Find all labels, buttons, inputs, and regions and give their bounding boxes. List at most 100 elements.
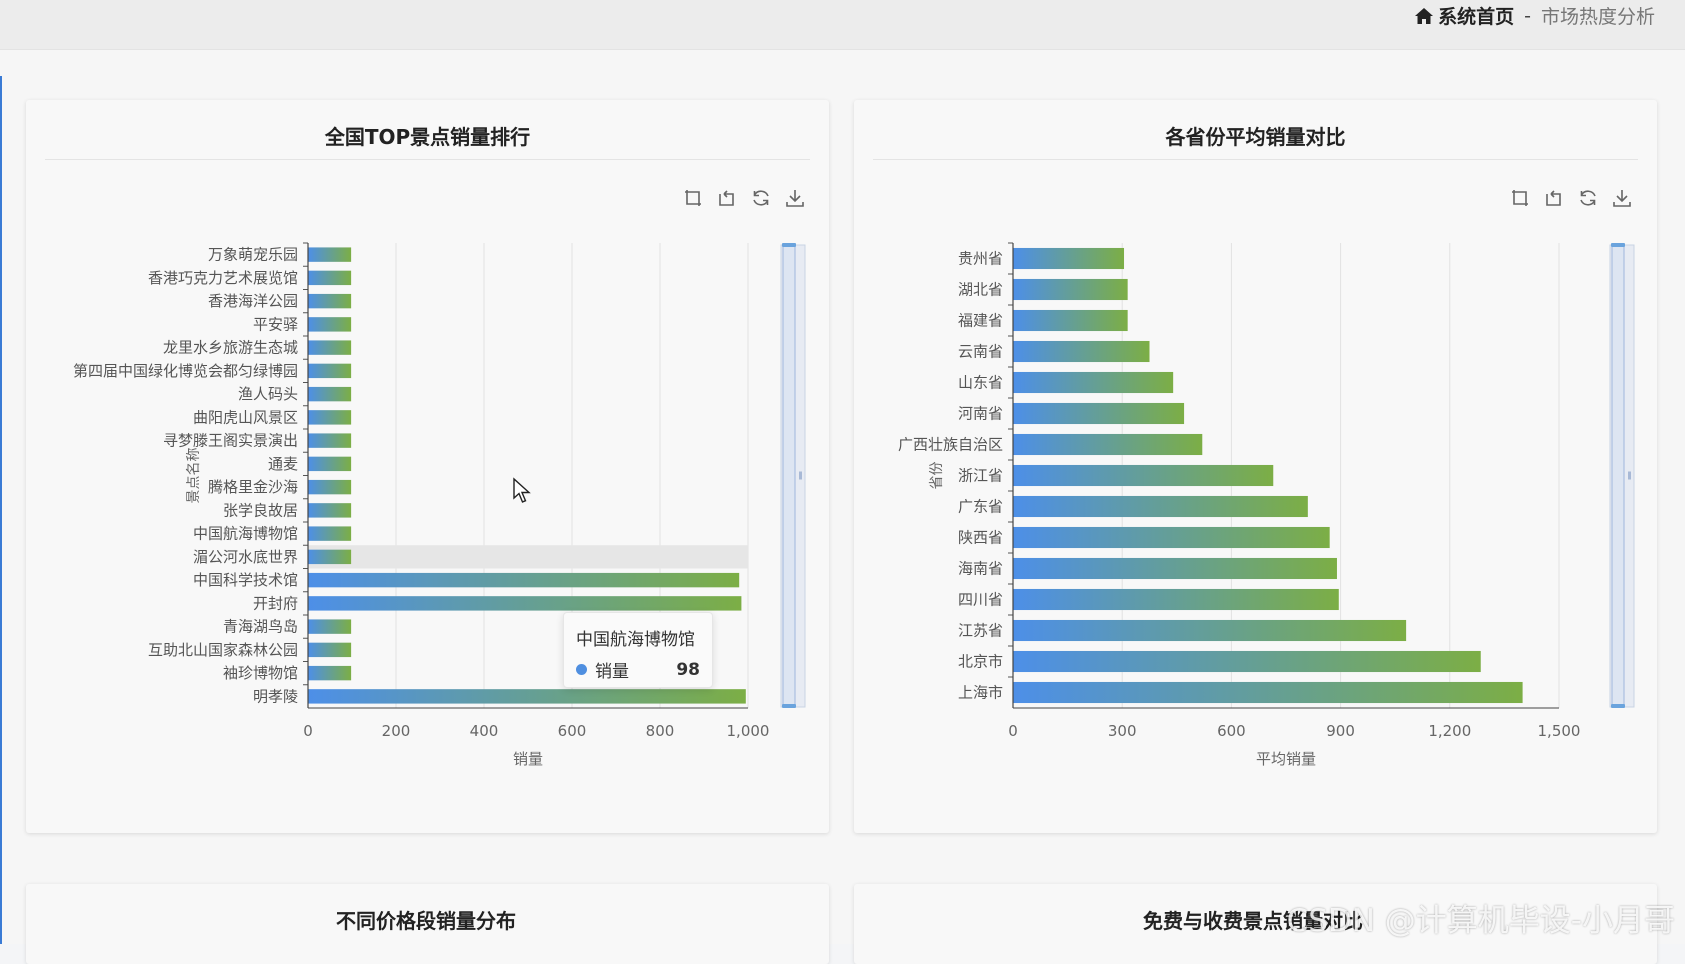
chart1-tooltip: 中国航海博物馆 销量 98 bbox=[563, 612, 713, 688]
breadcrumb-separator: - bbox=[1524, 4, 1531, 27]
breadcrumb-home[interactable]: 系统首页 bbox=[1414, 2, 1514, 29]
zoom-handle-bottom bbox=[1611, 704, 1625, 708]
category-label: 云南省 bbox=[958, 343, 1003, 361]
breadcrumb: 系统首页 - 市场热度分析 bbox=[1414, 2, 1655, 29]
y-axis-label: 景点名称 bbox=[186, 448, 202, 504]
chart1-plot: 0 200 400 600 800 1,000 万象萌宠乐园香港巧克力艺术展览馆香港海洋公园… bbox=[73, 242, 806, 768]
chart2-title: 各省份平均销量对比 bbox=[1165, 125, 1346, 149]
bar bbox=[308, 410, 352, 425]
home-icon bbox=[1415, 7, 1434, 24]
bar bbox=[1013, 619, 1407, 642]
category-label: 北京市 bbox=[958, 653, 1003, 671]
bar bbox=[308, 642, 352, 658]
bar bbox=[308, 340, 352, 355]
breadcrumb-home-label: 系统首页 bbox=[1438, 6, 1515, 28]
category-label: 福建省 bbox=[958, 312, 1003, 330]
category-label: 开封府 bbox=[253, 594, 298, 612]
category-label: 第四届中国绿化博览会都匀绿博园 bbox=[73, 362, 298, 380]
top-bar: 系统首页 - 市场热度分析 bbox=[0, 0, 1685, 50]
category-label: 浙江省 bbox=[958, 467, 1003, 485]
category-label: 中国科学技术馆 bbox=[193, 571, 298, 589]
category-label: 广西壮族自治区 bbox=[898, 436, 1003, 454]
bar bbox=[1013, 371, 1174, 394]
tooltip-value: 98 bbox=[676, 659, 700, 680]
category-label: 万象萌宠乐园 bbox=[208, 246, 298, 264]
bar bbox=[308, 665, 352, 681]
zoom-handle-top bbox=[782, 243, 796, 247]
category-label: 通麦 bbox=[268, 455, 298, 473]
zoom-handle-bottom bbox=[782, 704, 796, 708]
bar bbox=[1013, 278, 1128, 301]
bar bbox=[1013, 247, 1125, 270]
x-tick-label: 800 bbox=[646, 722, 675, 740]
category-label: 山东省 bbox=[958, 374, 1003, 392]
x-axis-label: 销量 bbox=[513, 750, 543, 768]
x-tick-label: 200 bbox=[382, 722, 411, 740]
chart3-title: 不同价格段销量分布 bbox=[336, 909, 516, 933]
bar bbox=[1013, 402, 1185, 425]
bar bbox=[1013, 464, 1274, 487]
bar bbox=[308, 619, 352, 634]
x-tick-label: 1,000 bbox=[727, 722, 770, 740]
bar bbox=[1013, 433, 1203, 456]
bar bbox=[308, 270, 352, 286]
tooltip-series-name: 销量 bbox=[595, 662, 629, 682]
x-tick-label: 1,200 bbox=[1428, 722, 1471, 740]
x-axis-label: 平均销量 bbox=[1256, 750, 1316, 768]
x-tick-label: 400 bbox=[470, 722, 499, 740]
x-tick-label: 600 bbox=[1217, 722, 1246, 740]
category-label: 陕西省 bbox=[958, 529, 1003, 547]
bar bbox=[308, 247, 352, 262]
bar bbox=[308, 433, 352, 448]
category-label: 贵州省 bbox=[958, 250, 1003, 268]
bar bbox=[308, 689, 746, 704]
mouse-cursor-icon bbox=[513, 477, 531, 503]
breadcrumb-current: 市场热度分析 bbox=[1540, 6, 1655, 28]
bar bbox=[308, 526, 352, 541]
x-tick-label: 0 bbox=[1008, 722, 1018, 740]
category-label: 上海市 bbox=[958, 684, 1003, 702]
category-label: 海南省 bbox=[958, 560, 1003, 578]
chart1-divider bbox=[45, 159, 810, 160]
bar bbox=[1013, 526, 1330, 549]
category-label: 龙里水乡旅游生态城 bbox=[163, 339, 298, 357]
zoom-slider-window bbox=[1611, 244, 1625, 708]
category-label: 互助北山国家森林公园 bbox=[148, 641, 298, 659]
category-label: 广东省 bbox=[958, 498, 1003, 516]
category-label: 寻梦滕王阁实景演出 bbox=[163, 432, 298, 450]
category-label: 明孝陵 bbox=[253, 687, 298, 705]
tooltip-title: 中国航海博物馆 bbox=[576, 630, 695, 650]
category-label: 曲阳虎山风景区 bbox=[193, 408, 298, 426]
x-tick-label: 0 bbox=[303, 722, 313, 740]
bar bbox=[1013, 340, 1150, 363]
bar bbox=[308, 596, 742, 611]
bar bbox=[1013, 557, 1337, 580]
category-label: 张学良故居 bbox=[223, 501, 298, 519]
category-label: 四川省 bbox=[958, 591, 1003, 609]
zoom-slider-window bbox=[782, 244, 796, 708]
bar bbox=[1013, 309, 1128, 332]
x-tick-label: 1,500 bbox=[1538, 722, 1581, 740]
bar bbox=[308, 363, 352, 379]
watermark: CSDN @计算机毕设-小月哥 bbox=[1286, 903, 1675, 939]
chart2-plot: 0 300 600 900 1,200 1,500 贵州省湖北省福建省云南省山东省河南省广西… bbox=[898, 242, 1635, 768]
chart2-divider bbox=[873, 159, 1638, 160]
category-label: 香港海洋公园 bbox=[208, 292, 298, 310]
left-accent-line bbox=[0, 76, 2, 944]
bar bbox=[308, 317, 352, 332]
category-label: 腾格里金沙海 bbox=[208, 478, 298, 496]
bar bbox=[308, 503, 352, 518]
hover-highlight bbox=[308, 545, 748, 569]
x-tick-label: 900 bbox=[1326, 722, 1355, 740]
category-label: 平安驿 bbox=[253, 315, 298, 333]
bar bbox=[1013, 495, 1308, 518]
x-tick-label: 300 bbox=[1108, 722, 1137, 740]
bar bbox=[308, 386, 352, 402]
category-label: 中国航海博物馆 bbox=[193, 525, 298, 543]
bar bbox=[1013, 588, 1339, 611]
category-label: 青海湖鸟岛 bbox=[223, 618, 298, 636]
bar bbox=[308, 479, 352, 495]
category-label: 湖北省 bbox=[958, 281, 1003, 299]
bar bbox=[1013, 681, 1523, 704]
category-label: 袖珍博物馆 bbox=[223, 664, 298, 682]
